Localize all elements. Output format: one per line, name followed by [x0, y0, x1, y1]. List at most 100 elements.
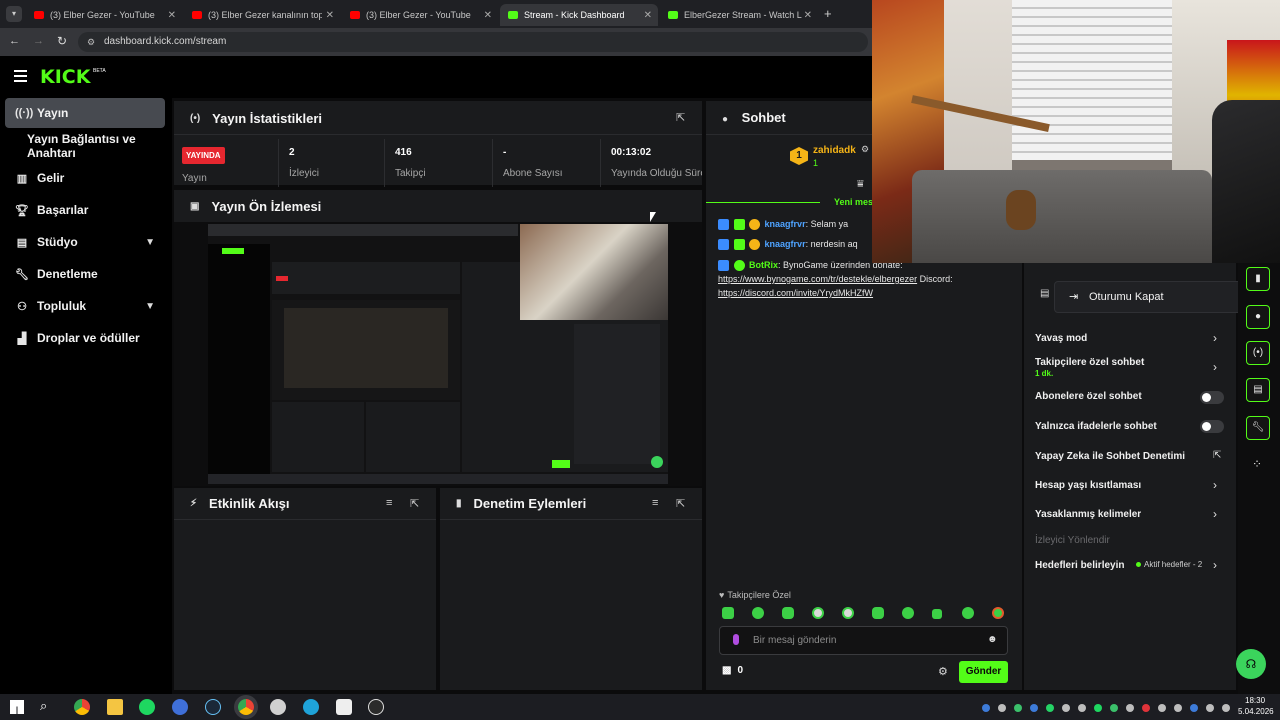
close-tab-icon[interactable]: ✕ — [644, 10, 652, 21]
chat-username[interactable]: knaagfrvr — [765, 239, 806, 249]
search-icon[interactable]: ⌕ — [40, 698, 47, 714]
chat-filter-icon[interactable]: ⩸ — [857, 178, 864, 191]
emote-icon[interactable] — [932, 609, 942, 619]
tray-icon[interactable] — [1046, 704, 1054, 712]
network-icon[interactable] — [1206, 704, 1214, 712]
tray-icon[interactable] — [1126, 704, 1134, 712]
close-tab-icon[interactable]: ✕ — [484, 10, 492, 21]
tray-icon[interactable] — [1094, 704, 1102, 712]
rail-tools-icon[interactable]: ▤ — [1246, 378, 1270, 402]
subscribers-chat-toggle[interactable] — [1200, 391, 1224, 404]
external-link-icon[interactable]: ⇱ — [1213, 450, 1221, 461]
chrome-icon[interactable] — [74, 699, 90, 715]
rail-wrench-icon[interactable]: 🔧︎ — [1246, 416, 1270, 440]
tray-icon[interactable] — [1014, 704, 1022, 712]
filter-icon[interactable]: ≡ — [652, 497, 658, 509]
forward-icon[interactable]: → — [33, 35, 44, 47]
tray-icon[interactable] — [1142, 704, 1150, 712]
rail-more-icon[interactable]: ⁘ — [1252, 457, 1262, 471]
rail-chat-rules-icon[interactable]: ▮ — [1246, 267, 1270, 291]
emote-icon[interactable] — [812, 607, 824, 619]
back-icon[interactable]: ← — [9, 35, 20, 47]
close-tab-icon[interactable]: ✕ — [804, 10, 812, 21]
tray-icon[interactable] — [1078, 704, 1086, 712]
emoji-icon[interactable]: ☻ — [987, 634, 998, 645]
emote-icon[interactable] — [902, 607, 914, 619]
chat-input[interactable]: Bir mesaj gönderin ☻ — [719, 626, 1008, 655]
emote-icon[interactable] — [872, 607, 884, 619]
emotes-only-toggle[interactable] — [1200, 420, 1224, 433]
stream-preview-video[interactable] — [208, 224, 668, 484]
browser-tab[interactable]: (3) Elber Gezer kanalının topluluğ ✕ — [184, 4, 340, 26]
ai-moderation-item[interactable]: Yapay Zeka ile Sohbet Denetimi — [1035, 451, 1185, 462]
windows-start-icon[interactable] — [10, 700, 24, 714]
filter-icon[interactable]: ≡ — [386, 497, 392, 509]
chat-username[interactable]: knaagfrvr — [765, 219, 806, 229]
sidebar-item-stream-key[interactable]: Yayın Bağlantısı ve Anahtarı — [5, 131, 175, 161]
steam-icon[interactable] — [205, 699, 221, 715]
reload-icon[interactable]: ↻ — [57, 34, 67, 48]
chevron-right-icon[interactable]: › — [1213, 360, 1217, 374]
tray-icon[interactable] — [982, 704, 990, 712]
popout-icon[interactable]: ⇱ — [676, 111, 685, 124]
sidebar-item-yayin[interactable]: ((·)) Yayın — [5, 98, 165, 128]
app-icon[interactable] — [270, 699, 286, 715]
taskbar-date[interactable]: 5.04.2026 — [1238, 707, 1274, 716]
account-age-item[interactable]: Hesap yaşı kısıtlaması — [1035, 480, 1141, 491]
kick-logo[interactable]: KICK — [40, 66, 90, 88]
url-input[interactable]: ⚙ dashboard.kick.com/stream — [78, 32, 868, 52]
emote-icon[interactable] — [842, 607, 854, 619]
sidebar-item-denetleme[interactable]: 🔧︎ Denetleme — [5, 259, 165, 289]
chat-settings-icon[interactable]: ⚙ — [938, 665, 948, 678]
chevron-right-icon[interactable]: › — [1213, 558, 1217, 572]
new-messages-label[interactable]: Yeni mes — [834, 197, 873, 207]
tray-icon[interactable] — [1030, 704, 1038, 712]
sidebar-item-topluluk[interactable]: ⚇ Topluluk ▼ — [5, 291, 165, 321]
emote-icon[interactable] — [752, 607, 764, 619]
hamburger-menu-icon[interactable] — [14, 70, 27, 82]
new-tab-icon[interactable]: + — [824, 6, 832, 21]
support-headset-icon[interactable]: ☊ — [1236, 649, 1266, 679]
send-button[interactable]: Gönder — [959, 661, 1008, 683]
file-explorer-icon[interactable] — [107, 699, 123, 715]
chat-username[interactable]: BotRix — [749, 260, 778, 270]
goals-item[interactable]: Hedefleri belirleyin — [1035, 560, 1124, 571]
chat-points[interactable]: ▩ 0 — [722, 665, 743, 676]
emote-icon[interactable] — [782, 607, 794, 619]
capcut-icon[interactable] — [336, 699, 352, 715]
microphone-icon[interactable] — [733, 634, 739, 645]
followers-chat-item[interactable]: Takipçilere özel sohbet — [1035, 357, 1144, 368]
browser-tab[interactable]: ElberGezer Stream - Watch Live ✕ — [660, 4, 818, 26]
chevron-right-icon[interactable]: › — [1213, 478, 1217, 492]
tab-list-dropdown[interactable]: ▾ — [6, 6, 22, 22]
browser-tab[interactable]: (3) Elber Gezer - YouTube ✕ — [342, 4, 498, 26]
app-icon[interactable] — [172, 699, 188, 715]
site-info-icon[interactable]: ⚙ — [87, 32, 95, 52]
tray-icon[interactable] — [1158, 704, 1166, 712]
tray-icon[interactable] — [998, 704, 1006, 712]
sidebar-item-droplar[interactable]: ▟ Droplar ve ödüller — [5, 323, 165, 353]
sidebar-item-gelir[interactable]: ▥ Gelir — [5, 163, 165, 193]
browser-tab[interactable]: (3) Elber Gezer - YouTube ✕ — [26, 4, 182, 26]
volume-icon[interactable] — [1222, 704, 1230, 712]
banned-words-item[interactable]: Yasaklanmış kelimeler — [1035, 509, 1141, 520]
pinned-username[interactable]: zahidadk — [813, 145, 856, 156]
chevron-right-icon[interactable]: › — [1213, 507, 1217, 521]
popout-icon[interactable]: ⇱ — [410, 497, 419, 510]
donate-link[interactable]: https://www.bynogame.com/tr/destekle/elb… — [718, 274, 917, 284]
bluetooth-icon[interactable] — [1190, 704, 1198, 712]
rail-chat-icon[interactable]: ● — [1246, 305, 1270, 329]
spotify-icon[interactable] — [139, 699, 155, 715]
sidebar-item-basarilar[interactable]: 🏆︎ Başarılar — [5, 195, 165, 225]
chevron-right-icon[interactable]: › — [1213, 331, 1217, 345]
sidebar-item-studyo[interactable]: ▤ Stüdyo ▼ — [5, 227, 165, 257]
browser-tab-active[interactable]: Stream - Kick Dashboard ✕ — [500, 4, 658, 26]
popout-icon[interactable]: ⇱ — [676, 497, 685, 510]
logout-button[interactable]: ⇥ Oturumu Kapat — [1054, 281, 1254, 313]
close-tab-icon[interactable]: ✕ — [326, 10, 334, 21]
slow-mode-item[interactable]: Yavaş mod — [1035, 333, 1087, 344]
pinned-settings-icon[interactable]: ⚙ — [861, 144, 869, 155]
obs-icon[interactable] — [368, 699, 384, 715]
emote-icon[interactable] — [962, 607, 974, 619]
edge-icon[interactable] — [303, 699, 319, 715]
